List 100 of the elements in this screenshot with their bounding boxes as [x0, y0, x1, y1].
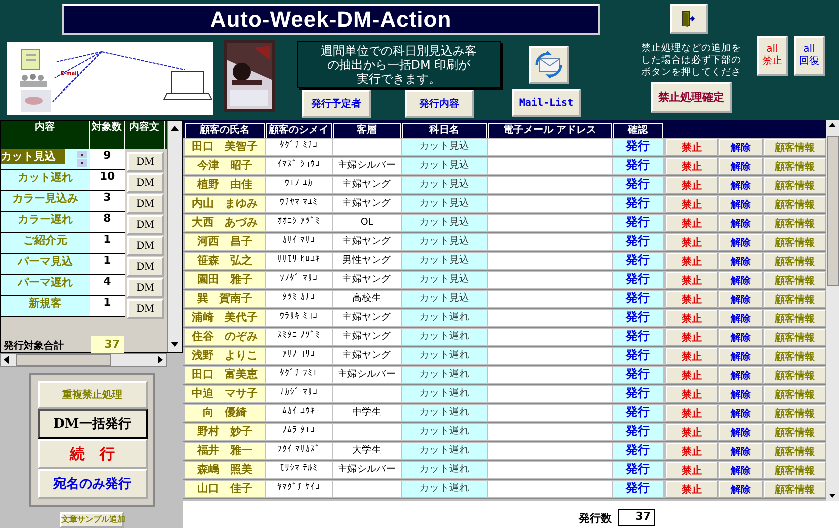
release-button[interactable]: 解除 — [719, 215, 763, 232]
customer-info-button[interactable]: 顧客情報 — [764, 139, 826, 156]
action-button[interactable]: DM一括発行 — [38, 409, 148, 439]
customer-info-button[interactable]: 顧客情報 — [764, 177, 826, 194]
category-item[interactable]: カラー遅れ — [1, 212, 90, 233]
customer-info-button[interactable]: 顧客情報 — [764, 405, 826, 422]
release-button[interactable]: 解除 — [719, 158, 763, 175]
release-button[interactable]: 解除 — [719, 291, 763, 308]
customer-info-button[interactable]: 顧客情報 — [764, 348, 826, 365]
action-button[interactable]: 宛名のみ発行 — [38, 469, 148, 499]
release-button[interactable]: 解除 — [719, 196, 763, 213]
customer-info-button[interactable]: 顧客情報 — [764, 215, 826, 232]
email-field[interactable] — [488, 158, 612, 174]
exit-button[interactable] — [670, 4, 708, 34]
mail-list-button[interactable]: Mail-List — [512, 89, 581, 117]
email-field[interactable] — [488, 386, 612, 402]
ban-button[interactable]: 禁止 — [666, 272, 718, 289]
email-field[interactable] — [488, 215, 612, 231]
release-button[interactable]: 解除 — [719, 329, 763, 346]
release-button[interactable]: 解除 — [719, 405, 763, 422]
ban-button[interactable]: 禁止 — [666, 367, 718, 384]
vertical-scrollbar[interactable] — [826, 120, 839, 501]
ban-all-button[interactable]: all 禁止 — [757, 36, 788, 76]
ban-button[interactable]: 禁止 — [666, 405, 718, 422]
customer-info-button[interactable]: 顧客情報 — [764, 272, 826, 289]
email-field[interactable] — [488, 367, 612, 383]
customer-info-button[interactable]: 顧客情報 — [764, 481, 826, 498]
email-field[interactable] — [488, 424, 612, 440]
dm-button[interactable]: DM — [127, 257, 164, 277]
email-field[interactable] — [488, 177, 612, 193]
category-item[interactable]: カラー見込み — [1, 191, 90, 212]
ban-button[interactable]: 禁止 — [666, 253, 718, 270]
ban-button[interactable]: 禁止 — [666, 291, 718, 308]
scheduled-button[interactable]: 発行予定者 — [302, 90, 371, 118]
category-item[interactable]: パーマ遅れ — [1, 275, 90, 296]
customer-info-button[interactable]: 顧客情報 — [764, 386, 826, 403]
release-button[interactable]: 解除 — [719, 253, 763, 270]
email-field[interactable] — [488, 253, 612, 269]
email-field[interactable] — [488, 310, 612, 326]
ban-button[interactable]: 禁止 — [666, 139, 718, 156]
action-button[interactable]: 続 行 — [38, 439, 148, 469]
restore-all-button[interactable]: all 回復 — [794, 36, 825, 76]
category-item[interactable]: 新規客 — [1, 296, 90, 317]
release-button[interactable]: 解除 — [719, 481, 763, 498]
ban-button[interactable]: 禁止 — [666, 481, 718, 498]
ban-button[interactable]: 禁止 — [666, 329, 718, 346]
email-field[interactable] — [488, 272, 612, 288]
release-button[interactable]: 解除 — [719, 177, 763, 194]
email-field[interactable] — [488, 462, 612, 478]
customer-info-button[interactable]: 顧客情報 — [764, 196, 826, 213]
spinner-icon[interactable] — [77, 151, 87, 167]
release-button[interactable]: 解除 — [719, 386, 763, 403]
vertical-scrollbar[interactable] — [167, 121, 182, 352]
customer-info-button[interactable]: 顧客情報 — [764, 367, 826, 384]
ban-button[interactable]: 禁止 — [666, 462, 718, 479]
ban-button[interactable]: 禁止 — [666, 348, 718, 365]
customer-info-button[interactable]: 顧客情報 — [764, 310, 826, 327]
email-field[interactable] — [488, 405, 612, 421]
ban-button[interactable]: 禁止 — [666, 196, 718, 213]
dm-button[interactable]: DM — [127, 194, 164, 214]
category-item[interactable]: カット見込 — [1, 149, 90, 170]
release-button[interactable]: 解除 — [719, 139, 763, 156]
customer-info-button[interactable]: 顧客情報 — [764, 329, 826, 346]
ban-button[interactable]: 禁止 — [666, 234, 718, 251]
release-button[interactable]: 解除 — [719, 443, 763, 460]
category-item[interactable]: パーマ見込 — [1, 254, 90, 275]
ban-button[interactable]: 禁止 — [666, 177, 718, 194]
ban-button[interactable]: 禁止 — [666, 386, 718, 403]
email-field[interactable] — [488, 196, 612, 212]
category-item[interactable]: カット遅れ — [1, 170, 90, 191]
release-button[interactable]: 解除 — [719, 367, 763, 384]
release-button[interactable]: 解除 — [719, 234, 763, 251]
customer-info-button[interactable]: 顧客情報 — [764, 462, 826, 479]
horizontal-scrollbar[interactable] — [0, 353, 167, 367]
dm-button[interactable]: DM — [127, 236, 164, 256]
customer-info-button[interactable]: 顧客情報 — [764, 443, 826, 460]
release-button[interactable]: 解除 — [719, 272, 763, 289]
email-field[interactable] — [488, 481, 612, 497]
ban-button[interactable]: 禁止 — [666, 215, 718, 232]
email-field[interactable] — [488, 139, 612, 155]
category-item[interactable]: ご紹介元 — [1, 233, 90, 254]
customer-info-button[interactable]: 顧客情報 — [764, 234, 826, 251]
customer-info-button[interactable]: 顧客情報 — [764, 253, 826, 270]
customer-info-button[interactable]: 顧客情報 — [764, 424, 826, 441]
dm-button[interactable]: DM — [127, 173, 164, 193]
action-button[interactable]: 文章サンプル追加 — [60, 512, 124, 528]
release-button[interactable]: 解除 — [719, 310, 763, 327]
release-button[interactable]: 解除 — [719, 348, 763, 365]
dm-button[interactable]: DM — [127, 299, 164, 319]
release-button[interactable]: 解除 — [719, 424, 763, 441]
email-field[interactable] — [488, 329, 612, 345]
email-field[interactable] — [488, 291, 612, 307]
content-button[interactable]: 発行内容 — [405, 90, 474, 118]
dm-button[interactable]: DM — [127, 152, 164, 172]
action-button[interactable]: 重複禁止処理 — [38, 381, 148, 409]
email-field[interactable] — [488, 443, 612, 459]
customer-info-button[interactable]: 顧客情報 — [764, 158, 826, 175]
dm-button[interactable]: DM — [127, 278, 164, 298]
mail-sync-button[interactable] — [529, 46, 569, 84]
email-field[interactable] — [488, 348, 612, 364]
